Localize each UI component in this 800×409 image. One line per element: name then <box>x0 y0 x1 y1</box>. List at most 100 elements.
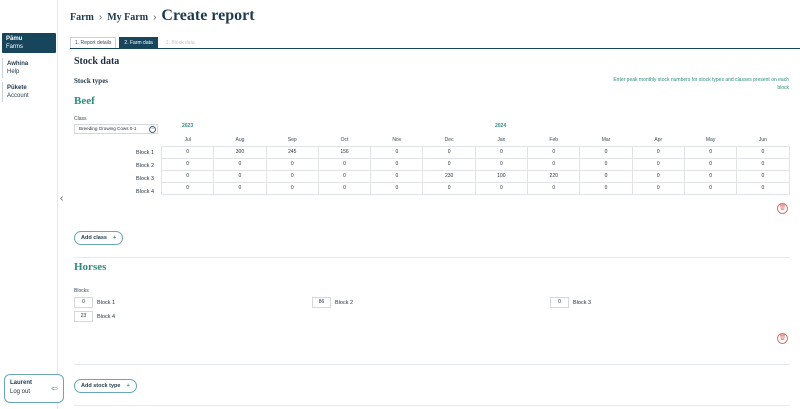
blocks-label: Blocks <box>74 288 89 294</box>
chevron-right-icon: › <box>153 12 157 23</box>
stock-number-cell[interactable]: 0 <box>265 157 319 171</box>
month-header: Aug <box>235 137 245 144</box>
stock-number-cell[interactable]: 0 <box>683 145 738 159</box>
horse-block: 0 Block 3 <box>550 297 591 308</box>
stock-number-cell[interactable]: 0 <box>736 169 790 183</box>
stock-number-cell[interactable]: 245 <box>265 145 319 159</box>
stock-number-cell[interactable]: 0 <box>683 169 738 183</box>
stock-number-cell[interactable]: 0 <box>160 169 215 183</box>
row-label: Block 1 <box>136 150 155 156</box>
stock-number-cell[interactable]: 0 <box>527 181 581 195</box>
horse-block-name: Block 2 <box>335 299 354 306</box>
sidebar: Pāmu Farms Awhina Help Pūkete Account La… <box>0 0 64 409</box>
stock-number-cell[interactable]: 0 <box>579 145 633 159</box>
stock-types-heading: Stock types <box>74 77 109 85</box>
horse-block: 86 Block 2 <box>312 297 353 308</box>
row-label: Block 3 <box>136 176 155 182</box>
stock-number-cell[interactable]: 0 <box>736 181 790 195</box>
stock-number-cell[interactable]: 0 <box>631 157 685 171</box>
stock-number-cell[interactable]: 0 <box>579 157 633 171</box>
sidebar-item-farms[interactable]: Pāmu Farms <box>2 33 56 53</box>
stock-number-cell[interactable]: 0 <box>683 157 738 171</box>
stock-number-cell[interactable]: 0 <box>160 145 215 159</box>
stock-number-cell[interactable]: 0 <box>317 181 372 195</box>
stock-number-cell[interactable]: 0 <box>683 181 738 195</box>
sidebar-item-account[interactable]: Pūkete Account <box>2 82 56 102</box>
stock-number-cell[interactable]: 0 <box>736 145 790 159</box>
year-label-2023: 2023 <box>182 123 194 129</box>
stock-number-cell[interactable]: 230 <box>422 169 476 183</box>
sidebar-item-help[interactable]: Awhina Help <box>2 58 56 78</box>
month-header: Jul <box>184 137 191 144</box>
stock-number-cell[interactable]: 0 <box>736 157 790 171</box>
stock-number-cell[interactable]: 0 <box>527 157 581 171</box>
stock-number-cell[interactable]: 0 <box>370 169 424 183</box>
stock-number-cell[interactable]: 0 <box>474 145 529 159</box>
stock-number-cell[interactable]: 0 <box>422 157 476 171</box>
breadcrumb-farm[interactable]: Farm <box>70 12 94 23</box>
class-label: Class <box>74 116 87 122</box>
sidebar-item-label: Farms <box>6 44 23 50</box>
stock-number-cell[interactable]: 220 <box>527 169 581 183</box>
tab-block-data: 3. Block data <box>160 37 200 48</box>
stock-number-cell[interactable]: 0 <box>213 169 267 183</box>
stock-number-cell[interactable]: 0 <box>370 181 424 195</box>
stock-number-cell[interactable]: 0 <box>317 157 372 171</box>
chevron-left-icon[interactable]: ‹ <box>60 193 63 204</box>
stock-number-cell[interactable]: 300 <box>213 145 267 159</box>
sidebar-item-maori: Pāmu <box>6 36 23 42</box>
user-box: Laurent Log out ⇦ <box>4 374 64 403</box>
horse-block-input[interactable]: 23 <box>74 311 93 322</box>
tab-report-details[interactable]: 1. Report details <box>70 37 117 48</box>
stock-number-cell[interactable]: 0 <box>160 181 215 195</box>
add-stock-type-label: Add stock type <box>81 383 121 389</box>
stock-number-cell[interactable]: 0 <box>527 145 581 159</box>
add-class-button[interactable]: Add class + <box>74 231 124 245</box>
table-row: 000000000000 <box>160 157 790 171</box>
stock-number-cell[interactable]: 0 <box>474 181 529 195</box>
breadcrumb-my-farm[interactable]: My Farm <box>107 12 148 23</box>
month-header: Jun <box>758 137 767 144</box>
beef-title: Beef <box>74 95 95 107</box>
stock-number-cell[interactable]: 0 <box>579 169 633 183</box>
stock-data-heading: Stock data <box>74 56 120 67</box>
stock-number-cell[interactable]: 0 <box>370 157 424 171</box>
month-header: Nov <box>392 137 402 144</box>
stock-number-cell[interactable]: 0 <box>370 145 424 159</box>
delete-beef-icon[interactable]: 🗑 <box>777 203 788 214</box>
horse-block-input[interactable]: 0 <box>74 297 93 308</box>
table-row: 0 0 0 0 0 230 100 220 0 0 0 0 <box>160 169 790 183</box>
tab-farm-data[interactable]: 2. Farm data <box>119 37 158 48</box>
sidebar-item-maori: Pūkete <box>7 85 27 91</box>
stock-number-cell[interactable]: 0 <box>422 145 476 159</box>
block-row-labels: Block 1 Block 2 Block 3 Block 4 <box>136 147 154 199</box>
stock-number-cell[interactable]: 0 <box>579 181 633 195</box>
year-label-2024: 2024 <box>495 123 507 129</box>
remove-class-icon[interactable]: − <box>149 126 156 133</box>
delete-horses-icon[interactable]: 🗑 <box>777 333 788 344</box>
sidebar-item-label: Account <box>7 93 29 99</box>
stock-number-cell[interactable]: 0 <box>265 169 319 183</box>
stock-number-cell[interactable]: 100 <box>474 169 529 183</box>
stock-number-cell[interactable]: 0 <box>631 145 685 159</box>
class-select[interactable]: Breeding Growing Cows 0-1 − <box>74 124 158 134</box>
month-header: Sep <box>287 137 297 144</box>
stock-number-cell[interactable]: 0 <box>422 181 476 195</box>
page-title: Create report <box>161 7 255 24</box>
add-stock-type-button[interactable]: Add stock type + <box>74 379 137 393</box>
stock-number-cell[interactable]: 0 <box>631 181 685 195</box>
stock-number-cell[interactable]: 0 <box>160 157 215 171</box>
instructions-text: Enter peak monthly stock numbers for sto… <box>613 77 789 91</box>
stock-number-cell[interactable]: 0 <box>265 181 319 195</box>
logout-arrow-icon[interactable]: ⇦ <box>51 384 58 393</box>
stock-number-cell[interactable]: 0 <box>474 157 529 171</box>
horse-block-input[interactable]: 0 <box>550 297 569 308</box>
horse-block-input[interactable]: 86 <box>312 297 331 308</box>
sidebar-item-label: Help <box>7 69 20 75</box>
stock-number-cell[interactable]: 0 <box>213 157 267 171</box>
stock-number-cell[interactable]: 0 <box>213 181 267 195</box>
stock-number-cell[interactable]: 0 <box>631 169 685 183</box>
breadcrumb: Farm › My Farm › Create report <box>70 7 255 25</box>
stock-number-cell[interactable]: 156 <box>317 145 372 159</box>
stock-number-cell[interactable]: 0 <box>317 169 372 183</box>
